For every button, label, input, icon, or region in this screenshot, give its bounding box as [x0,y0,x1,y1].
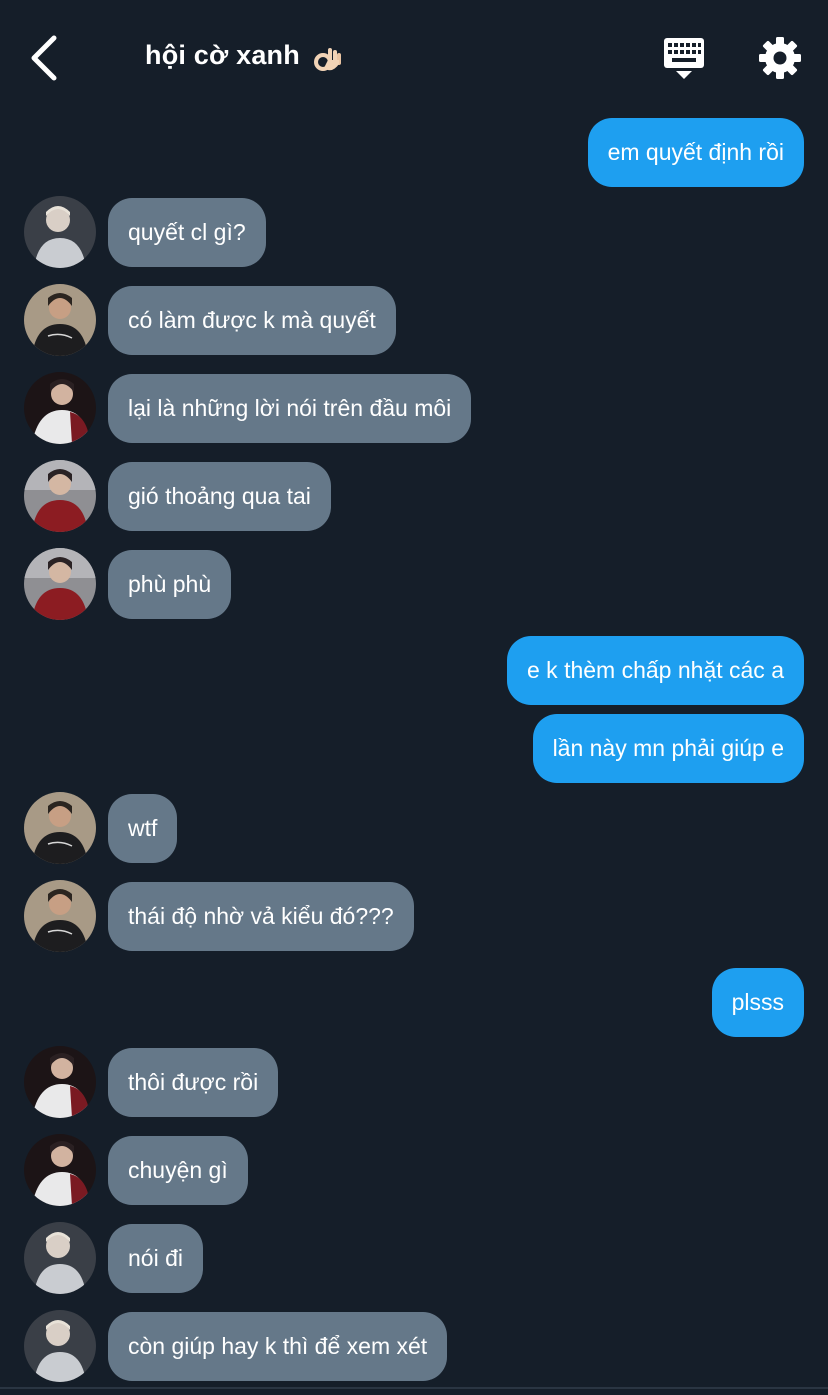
red-jacket-avatar[interactable] [24,460,96,532]
chat-title: hội cờ xanh [145,40,300,70]
black-jacket-avatar[interactable] [24,792,96,864]
divider [0,1387,828,1389]
red-white-jacket-avatar[interactable] [24,1134,96,1206]
incoming-message[interactable]: quyết cl gì? [108,198,266,267]
incoming-message[interactable]: có làm được k mà quyết [108,286,396,355]
outgoing-message[interactable]: em quyết định rồi [587,118,804,187]
red-jacket-avatar[interactable] [24,548,96,620]
keyboard-button[interactable] [660,36,708,80]
gray-hoodie-avatar[interactable] [24,1222,96,1294]
chevron-left-icon [31,35,57,81]
black-jacket-avatar[interactable] [24,880,96,952]
incoming-message[interactable]: wtf [108,794,178,863]
black-jacket-avatar[interactable] [24,284,96,356]
incoming-message[interactable]: chuyện gì [108,1136,248,1205]
chat-header: hội cờ xanh [0,0,828,112]
red-white-jacket-avatar[interactable] [24,372,96,444]
outgoing-message[interactable]: lần này mn phải giúp e [532,714,804,783]
gray-hoodie-avatar[interactable] [24,1310,96,1382]
ok-hand-emoji [312,44,342,74]
gray-hoodie-avatar[interactable] [24,196,96,268]
incoming-message[interactable]: lại là những lời nói trên đầu môi [108,374,472,443]
keyboard-icon [664,38,704,79]
settings-button[interactable] [758,36,802,80]
outgoing-message[interactable]: e k thèm chấp nhặt các a [507,636,804,705]
incoming-message[interactable]: phù phù [108,550,232,619]
gear-icon [759,37,801,79]
incoming-message[interactable]: thái độ nhờ vả kiểu đó??? [108,882,414,951]
incoming-message[interactable]: gió thoảng qua tai [108,462,331,531]
outgoing-message[interactable]: plsss [711,968,804,1037]
incoming-message[interactable]: còn giúp hay k thì để xem xét [108,1312,448,1381]
back-button[interactable] [26,34,66,82]
incoming-message[interactable]: thôi được rồi [108,1048,279,1117]
red-white-jacket-avatar[interactable] [24,1046,96,1118]
incoming-message[interactable]: nói đi [108,1224,203,1293]
